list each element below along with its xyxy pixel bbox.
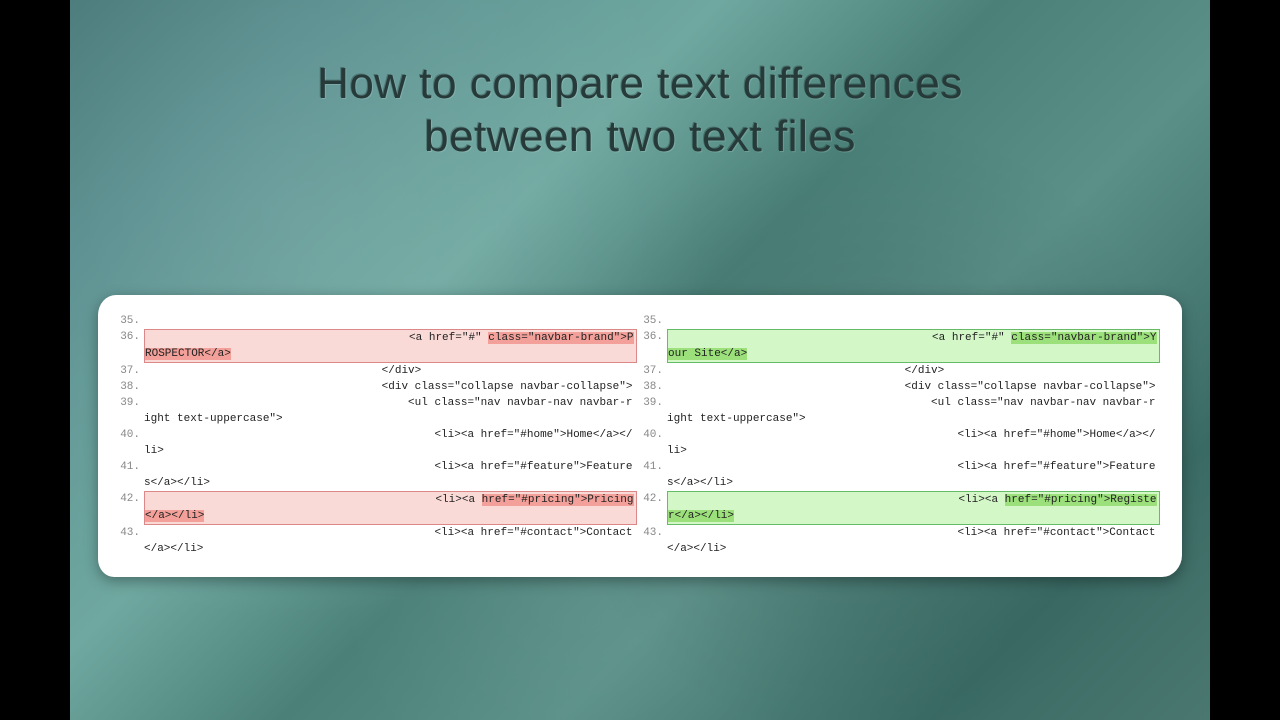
code-content: <li><a href="#pricing">Pricing</a></li> <box>144 491 637 525</box>
code-row: 43. <li><a href="#contact">Contact</a></… <box>643 525 1160 557</box>
code-content: <li><a href="#feature">Features</a></li> <box>144 459 637 491</box>
code-pre: <ul class="nav navbar-nav navbar-right t… <box>144 397 632 425</box>
code-row: 35. <box>120 313 637 329</box>
code-pre: </div> <box>667 365 944 377</box>
code-pre: <div class="collapse navbar-collapse"> <box>667 381 1155 393</box>
code-pre: <li><a href="#home">Home</a></li> <box>667 429 1156 457</box>
code-row: 39. <ul class="nav navbar-nav navbar-rig… <box>643 395 1160 427</box>
line-number: 38. <box>120 379 144 395</box>
code-pre: <li><a href="#feature">Features</a></li> <box>144 461 633 489</box>
code-row: 36. <a href="#" class="navbar-brand">PRO… <box>120 329 637 363</box>
code-row: 41. <li><a href="#feature">Features</a><… <box>120 459 637 491</box>
line-number: 39. <box>120 395 144 411</box>
code-content: <ul class="nav navbar-nav navbar-right t… <box>144 395 637 427</box>
code-pre: <li><a href="#contact">Contact</a></li> <box>144 527 633 555</box>
code-pre: <li><a href="#feature">Features</a></li> <box>667 461 1156 489</box>
line-number: 39. <box>643 395 667 411</box>
code-row: 37. </div> <box>120 363 637 379</box>
code-row: 38. <div class="collapse navbar-collapse… <box>643 379 1160 395</box>
line-number: 40. <box>643 427 667 443</box>
line-number: 43. <box>643 525 667 541</box>
code-content: <li><a href="#home">Home</a></li> <box>667 427 1160 459</box>
code-pre: <a href="#" <box>668 332 1011 344</box>
line-number: 42. <box>643 491 667 507</box>
diff-panel: 35.36. <a href="#" class="navbar-brand">… <box>98 295 1182 577</box>
line-number: 37. <box>643 363 667 379</box>
line-number: 35. <box>120 313 144 329</box>
diff-grid: 35.36. <a href="#" class="navbar-brand">… <box>120 313 1160 557</box>
line-number: 35. <box>643 313 667 329</box>
code-content: <li><a href="#contact">Contact</a></li> <box>144 525 637 557</box>
code-row: 42. <li><a href="#pricing">Register</a><… <box>643 491 1160 525</box>
diff-right-column: 35.36. <a href="#" class="navbar-brand">… <box>643 313 1160 557</box>
title-line-1: How to compare text differences <box>70 58 1210 111</box>
slide-background: How to compare text differences between … <box>70 0 1210 720</box>
code-content: <ul class="nav navbar-nav navbar-right t… <box>667 395 1160 427</box>
code-row: 35. <box>643 313 1160 329</box>
code-row: 41. <li><a href="#feature">Features</a><… <box>643 459 1160 491</box>
code-content: <li><a href="#feature">Features</a></li> <box>667 459 1160 491</box>
line-number: 36. <box>120 329 144 345</box>
code-content: </div> <box>667 363 1160 379</box>
code-row: 40. <li><a href="#home">Home</a></li> <box>120 427 637 459</box>
line-number: 42. <box>120 491 144 507</box>
line-number: 41. <box>120 459 144 475</box>
code-content: <div class="collapse navbar-collapse"> <box>667 379 1160 395</box>
code-row: 42. <li><a href="#pricing">Pricing</a></… <box>120 491 637 525</box>
code-row: 40. <li><a href="#home">Home</a></li> <box>643 427 1160 459</box>
code-pre: <a href="#" <box>145 332 488 344</box>
code-row: 38. <div class="collapse navbar-collapse… <box>120 379 637 395</box>
code-content: <li><a href="#contact">Contact</a></li> <box>667 525 1160 557</box>
code-content: <div class="collapse navbar-collapse"> <box>144 379 637 395</box>
code-pre: <li><a href="#contact">Contact</a></li> <box>667 527 1156 555</box>
code-content: <li><a href="#pricing">Register</a></li> <box>667 491 1160 525</box>
code-pre: <li><a <box>145 494 482 506</box>
code-row: 39. <ul class="nav navbar-nav navbar-rig… <box>120 395 637 427</box>
line-number: 36. <box>643 329 667 345</box>
code-pre: <ul class="nav navbar-nav navbar-right t… <box>667 397 1155 425</box>
slide-title: How to compare text differences between … <box>70 58 1210 164</box>
code-pre: <li><a href="#home">Home</a></li> <box>144 429 633 457</box>
code-content: </div> <box>144 363 637 379</box>
code-content: <a href="#" class="navbar-brand">PROSPEC… <box>144 329 637 363</box>
code-pre: </div> <box>144 365 421 377</box>
code-row: 37. </div> <box>643 363 1160 379</box>
title-line-2: between two text files <box>70 111 1210 164</box>
line-number: 41. <box>643 459 667 475</box>
code-row: 43. <li><a href="#contact">Contact</a></… <box>120 525 637 557</box>
line-number: 43. <box>120 525 144 541</box>
line-number: 40. <box>120 427 144 443</box>
code-pre: <li><a <box>668 494 1005 506</box>
code-pre: <div class="collapse navbar-collapse"> <box>144 381 632 393</box>
code-row: 36. <a href="#" class="navbar-brand">You… <box>643 329 1160 363</box>
code-content: <a href="#" class="navbar-brand">Your Si… <box>667 329 1160 363</box>
line-number: 37. <box>120 363 144 379</box>
code-content: <li><a href="#home">Home</a></li> <box>144 427 637 459</box>
line-number: 38. <box>643 379 667 395</box>
diff-left-column: 35.36. <a href="#" class="navbar-brand">… <box>120 313 637 557</box>
